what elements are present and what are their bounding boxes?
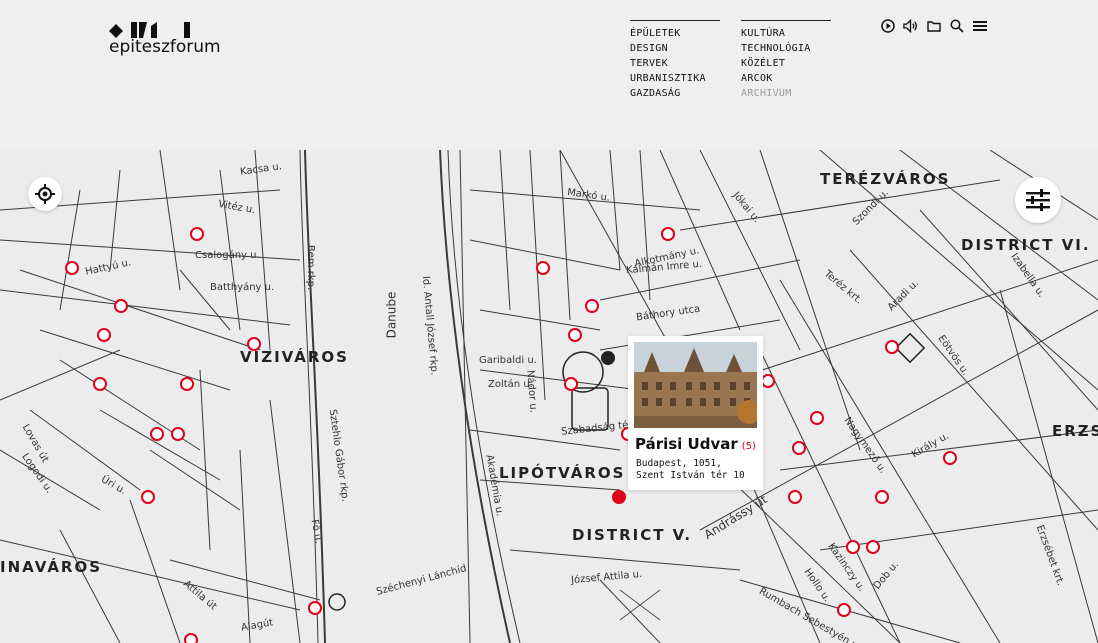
map-pin[interactable] xyxy=(568,328,582,342)
street-label: Garibaldi u. xyxy=(479,355,537,366)
district-label-lipotvaros: LIPÓTVÁROS xyxy=(499,464,626,482)
popup-address-line1: Budapest, 1051, xyxy=(636,458,722,469)
district-label-inavaros: INAVÁROS xyxy=(0,558,103,576)
map-pin[interactable] xyxy=(114,299,128,313)
street-label: Danube xyxy=(384,291,399,339)
map-pin[interactable] xyxy=(141,490,155,504)
map-pin[interactable] xyxy=(171,427,185,441)
nav-column-1: ÉPÜLETEK DESIGN TERVEK URBANISZTIKA GAZD… xyxy=(630,20,720,101)
map-pin[interactable] xyxy=(885,340,899,354)
map-pin[interactable] xyxy=(308,601,322,615)
nav-link-epuletek[interactable]: ÉPÜLETEK xyxy=(630,26,720,41)
menu-icon[interactable] xyxy=(972,18,987,34)
header-icons xyxy=(880,18,987,34)
nav-link-kultura[interactable]: KULTÚRA xyxy=(741,26,831,41)
map-pin[interactable] xyxy=(761,374,775,388)
map-pin[interactable] xyxy=(612,490,626,504)
map-pin[interactable] xyxy=(875,490,889,504)
logo-text: epiteszforum xyxy=(109,37,221,57)
building-photo xyxy=(634,342,757,428)
volume-icon[interactable] xyxy=(903,18,918,34)
map-pin[interactable] xyxy=(150,427,164,441)
street-label: Bem rkp. xyxy=(305,244,317,291)
popup-title[interactable]: Párisi Udvar (5) xyxy=(635,435,756,453)
locate-button[interactable] xyxy=(28,177,62,211)
map-pin[interactable] xyxy=(866,540,880,554)
district-label-terezvaros: TERÉZVÁROS xyxy=(820,170,951,188)
play-circle-icon[interactable] xyxy=(880,18,895,34)
popup-address: Budapest, 1051, Szent István tér 10 xyxy=(636,458,745,482)
map-pin[interactable] xyxy=(93,377,107,391)
location-popup[interactable]: Párisi Udvar (5) Budapest, 1051, Szent Is… xyxy=(628,336,763,490)
search-icon[interactable] xyxy=(949,18,964,34)
nav-link-gazdasag[interactable]: GAZDASÁG xyxy=(630,86,720,101)
map-pin[interactable] xyxy=(846,540,860,554)
district-label-district-v: DISTRICT V. xyxy=(572,526,693,544)
locate-icon xyxy=(35,184,55,204)
map-pin[interactable] xyxy=(943,451,957,465)
map-pin[interactable] xyxy=(788,490,802,504)
nav-link-archivum[interactable]: ARCHIVUM xyxy=(741,86,831,101)
map-pin[interactable] xyxy=(65,261,79,275)
popup-address-line2: Szent István tér 10 xyxy=(636,470,745,481)
map-pin[interactable] xyxy=(184,633,198,643)
map-pin[interactable] xyxy=(564,377,578,391)
logo-mark-icon xyxy=(109,22,190,38)
map-pin[interactable] xyxy=(97,328,111,342)
map-pin[interactable] xyxy=(247,337,261,351)
map-pin[interactable] xyxy=(190,227,204,241)
nav-link-tervek[interactable]: TERVEK xyxy=(630,56,720,71)
folder-icon[interactable] xyxy=(926,18,941,34)
popup-count: (5) xyxy=(741,441,756,452)
map-streets-layer xyxy=(0,150,1098,643)
street-label: Batthyány u. xyxy=(210,282,275,293)
street-label: Csalogány u. xyxy=(195,250,260,261)
map-pin[interactable] xyxy=(792,441,806,455)
nav-column-2: KULTÚRA TECHNOLÓGIA KÖZÉLET ARCOK ARCHIV… xyxy=(741,20,831,101)
nav-link-urbanisztika[interactable]: URBANISZTIKA xyxy=(630,71,720,86)
map-pin[interactable] xyxy=(585,299,599,313)
district-label-district-vi: DISTRICT VI. xyxy=(961,236,1091,254)
district-label-vizivaros: VÍZIVÁROS xyxy=(240,348,349,366)
site-header: epiteszforum ÉPÜLETEK DESIGN TERVEK URBA… xyxy=(0,0,1098,150)
popup-title-text: Párisi Udvar xyxy=(635,435,738,453)
map-pin[interactable] xyxy=(180,377,194,391)
filter-sliders-icon xyxy=(1026,189,1050,211)
map-pin[interactable] xyxy=(810,411,824,425)
map-pin-selected[interactable] xyxy=(601,351,615,365)
district-label-erzs: ERZS xyxy=(1052,422,1098,440)
nav-link-arcok[interactable]: ARCOK xyxy=(741,71,831,86)
site-logo[interactable]: epiteszforum xyxy=(109,22,234,57)
nav-link-kozelet[interactable]: KÖZÉLET xyxy=(741,56,831,71)
nav-link-technologia[interactable]: TECHNOLÓGIA xyxy=(741,41,831,56)
map-pin[interactable] xyxy=(536,261,550,275)
nav-link-design[interactable]: DESIGN xyxy=(630,41,720,56)
map-view[interactable]: TERÉZVÁROS DISTRICT VI. VÍZIVÁROS LIPÓTV… xyxy=(0,150,1098,643)
map-pin[interactable] xyxy=(837,603,851,617)
filter-button[interactable] xyxy=(1015,177,1061,223)
map-pin[interactable] xyxy=(661,227,675,241)
